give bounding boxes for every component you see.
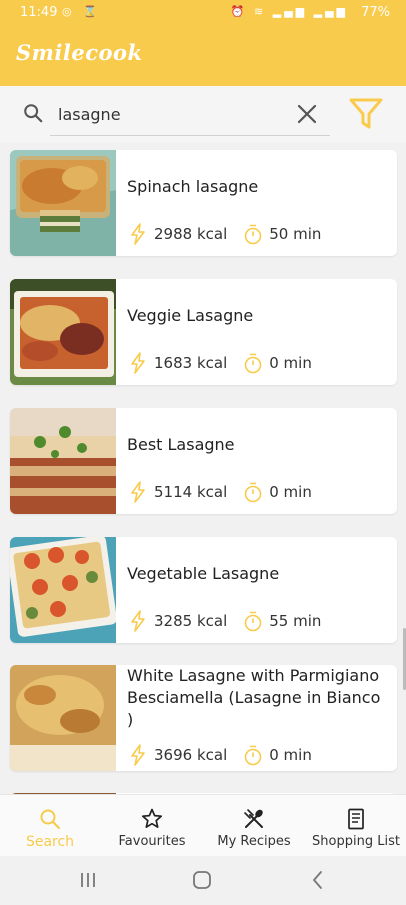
status-time: 11:49 bbox=[20, 5, 58, 20]
nav-label: Favourites bbox=[118, 834, 186, 849]
nav-label: Search bbox=[25, 834, 75, 850]
notification-icons: ◎ ⌛ bbox=[62, 5, 101, 18]
recipe-image bbox=[10, 150, 116, 256]
search-input[interactable] bbox=[50, 94, 330, 136]
recipe-results-list[interactable]: Spinach lasagne 2988 kcal 50 min Veggie … bbox=[0, 142, 406, 794]
close-icon[interactable] bbox=[293, 100, 321, 128]
battery-level: 77% bbox=[361, 5, 390, 20]
recent-apps-icon[interactable] bbox=[76, 868, 100, 892]
recipe-image bbox=[10, 408, 116, 514]
nav-shopping-list[interactable]: Shopping List bbox=[310, 795, 402, 857]
system-status-icons: ⏰ ≋ ▂▄▆ ▂▄▆ bbox=[230, 5, 348, 18]
recipe-time: 50 min bbox=[269, 225, 322, 243]
recipe-time: 0 min bbox=[269, 483, 312, 501]
filter-icon[interactable] bbox=[348, 96, 384, 132]
recipe-title: White Lasagne with Parmigiano Besciamell… bbox=[127, 666, 381, 729]
app-title: Smilecook bbox=[16, 40, 143, 65]
stopwatch-icon bbox=[244, 482, 262, 503]
recipe-time: 0 min bbox=[269, 354, 312, 372]
search-icon bbox=[24, 104, 43, 123]
bottom-nav: Search Favourites My Recipes Shopping Li… bbox=[0, 794, 406, 856]
recipe-title: Vegetable Lasagne bbox=[127, 564, 280, 583]
stopwatch-icon bbox=[244, 353, 262, 374]
recipe-meta: 3696 kcal 0 min bbox=[128, 743, 312, 767]
recipe-calories: 3696 kcal bbox=[154, 746, 228, 764]
back-icon[interactable] bbox=[306, 868, 330, 892]
nav-search[interactable]: Search bbox=[14, 795, 86, 857]
search-icon bbox=[40, 809, 61, 830]
recipe-card[interactable]: Veggie Lasagne 1683 kcal 0 min bbox=[10, 279, 397, 385]
recipe-image bbox=[10, 279, 116, 385]
recipe-image bbox=[10, 665, 116, 771]
recipe-card[interactable]: White Lasagne with Parmigiano Besciamell… bbox=[10, 665, 397, 771]
recipe-title: Veggie Lasagne bbox=[127, 306, 254, 325]
recipe-calories: 1683 kcal bbox=[154, 354, 228, 372]
recipe-image bbox=[10, 537, 116, 643]
recipe-meta: 5114 kcal 0 min bbox=[128, 480, 312, 504]
recipe-meta: 3285 kcal 55 min bbox=[128, 609, 321, 633]
app-bar: Smilecook bbox=[0, 28, 406, 86]
status-bar: 11:49 ◎ ⌛ ⏰ ≋ ▂▄▆ ▂▄▆ 77% bbox=[0, 0, 406, 28]
nav-favourites[interactable]: Favourites bbox=[110, 795, 194, 857]
recipe-card[interactable]: Spinach lasagne 2988 kcal 50 min bbox=[10, 150, 397, 256]
nav-label: Shopping List bbox=[312, 834, 400, 849]
lightning-icon bbox=[131, 352, 145, 374]
star-icon bbox=[141, 808, 163, 828]
home-icon[interactable] bbox=[190, 868, 214, 892]
search-bar bbox=[0, 86, 406, 142]
recipe-title: Spinach lasagne bbox=[127, 177, 259, 196]
recipe-title: Best Lasagne bbox=[127, 435, 235, 454]
recipe-meta: 2988 kcal 50 min bbox=[128, 222, 321, 246]
stopwatch-icon bbox=[244, 745, 262, 766]
recipe-calories: 2988 kcal bbox=[154, 225, 228, 243]
lightning-icon bbox=[131, 481, 145, 503]
utensils-icon bbox=[244, 809, 263, 828]
recipe-time: 0 min bbox=[269, 746, 312, 764]
lightning-icon bbox=[131, 223, 145, 245]
lightning-icon bbox=[131, 610, 145, 632]
recipe-meta: 1683 kcal 0 min bbox=[128, 351, 312, 375]
nav-label: My Recipes bbox=[217, 834, 291, 849]
recipe-calories: 5114 kcal bbox=[154, 483, 228, 501]
system-nav-bar bbox=[0, 856, 406, 905]
recipe-time: 55 min bbox=[269, 612, 322, 630]
recipe-calories: 3285 kcal bbox=[154, 612, 228, 630]
recipe-card[interactable]: Best Lasagne 5114 kcal 0 min bbox=[10, 408, 397, 514]
stopwatch-icon bbox=[244, 224, 262, 245]
lightning-icon bbox=[131, 744, 145, 766]
receipt-icon bbox=[348, 808, 364, 830]
recipe-card[interactable]: Vegetable Lasagne 3285 kcal 55 min bbox=[10, 537, 397, 643]
stopwatch-icon bbox=[244, 611, 262, 632]
nav-my-recipes[interactable]: My Recipes bbox=[210, 795, 298, 857]
